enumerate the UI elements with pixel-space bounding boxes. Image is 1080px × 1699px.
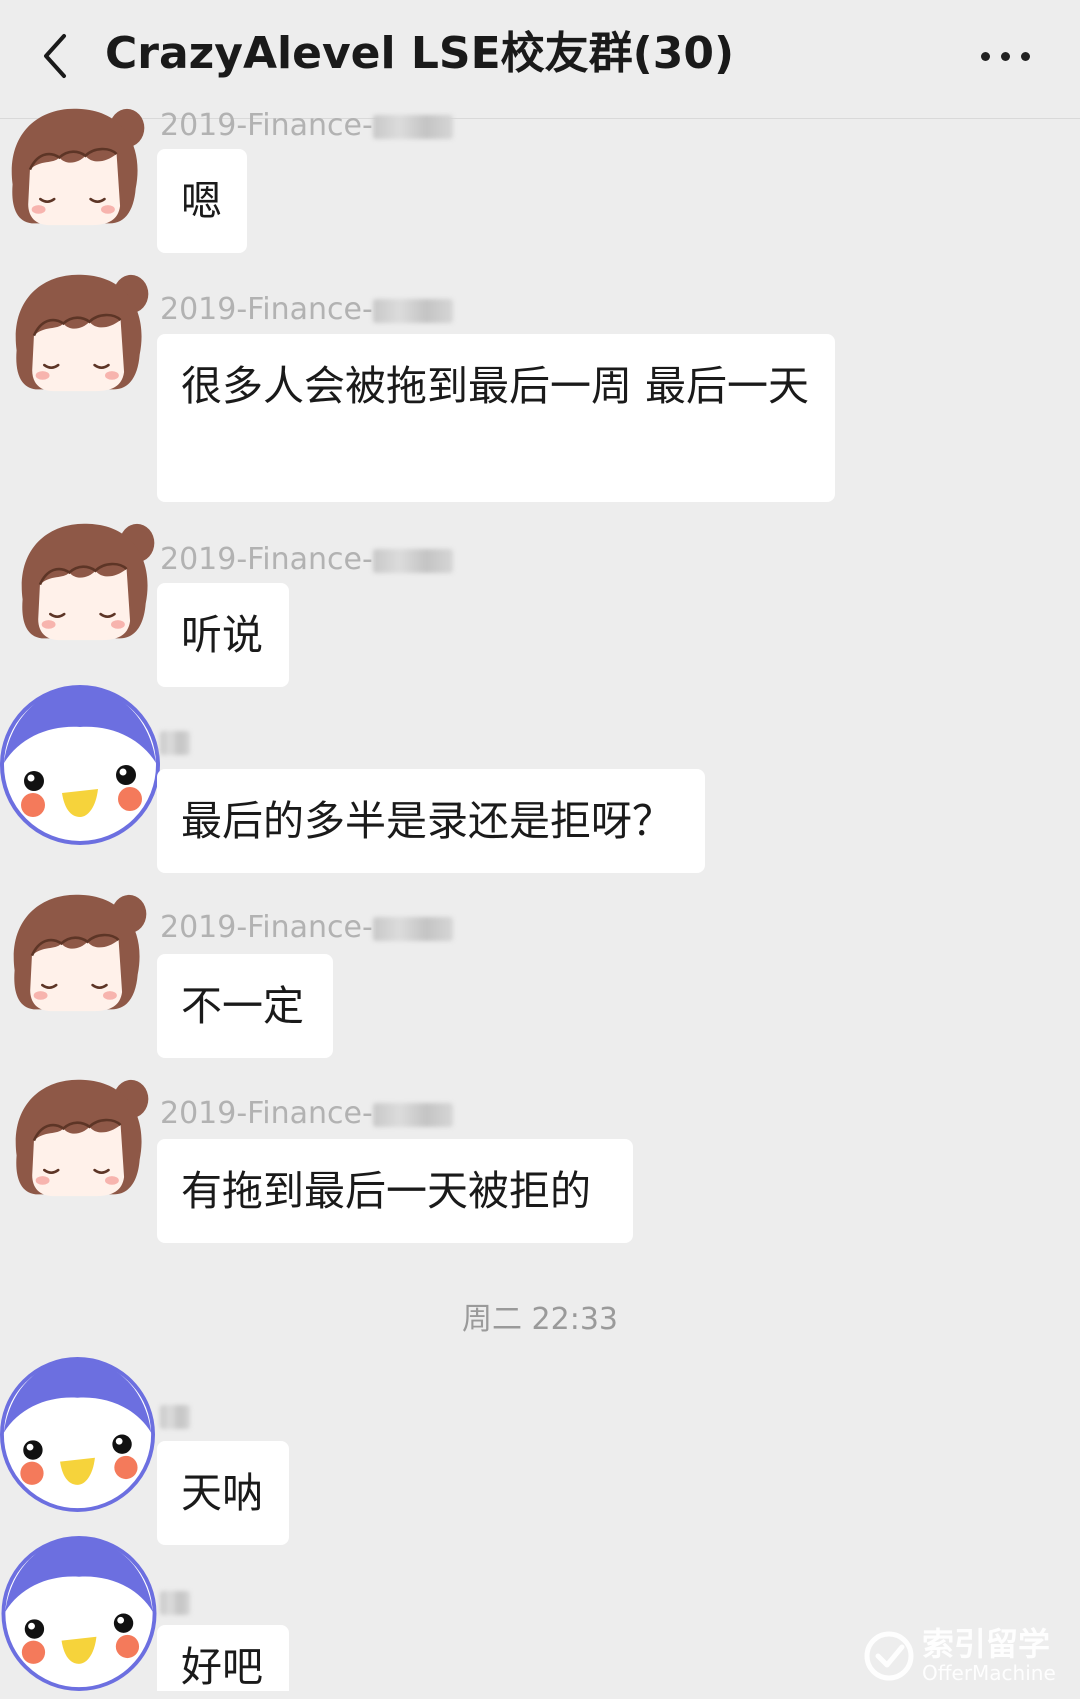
message-bubble[interactable]: 嗯	[157, 149, 247, 253]
sender-name: 2019-Finance-	[160, 290, 453, 330]
message-bubble[interactable]: 很多人会被拖到最后一周 最后一天	[157, 334, 835, 502]
message-bubble[interactable]: 好吧	[157, 1625, 289, 1691]
message-bubble[interactable]: 天呐	[157, 1441, 289, 1545]
watermark-logo: 索引留学 OfferMachine	[862, 1625, 1072, 1691]
avatar-girl[interactable]	[2, 888, 152, 1018]
avatar-girl[interactable]	[4, 1073, 154, 1203]
chat-title: CrazyAlevel LSE校友群(30)	[105, 28, 735, 79]
avatar-girl[interactable]	[4, 268, 154, 398]
message-bubble[interactable]: 不一定	[157, 954, 333, 1058]
time-divider: 周二 22:33	[462, 1302, 618, 1337]
message-bubble[interactable]: 最后的多半是录还是拒呀？	[157, 769, 705, 873]
sender-name: 2019-Finance-	[160, 106, 453, 146]
sender-name: 2019-Finance-	[160, 908, 453, 948]
message-bubble[interactable]: 听说	[157, 583, 289, 687]
avatar-penguin[interactable]	[0, 1536, 158, 1691]
message-bubble[interactable]: 有拖到最后一天被拒的	[157, 1139, 633, 1243]
sender-name	[160, 1582, 190, 1622]
avatar-penguin[interactable]	[0, 685, 160, 845]
check-circle-icon	[864, 1631, 914, 1681]
chat-header: CrazyAlevel LSE校友群(30)	[0, 0, 1080, 119]
sender-name: 2019-Finance-	[160, 540, 453, 580]
back-button[interactable]	[36, 30, 76, 82]
chevron-left-icon	[44, 34, 66, 78]
avatar-penguin[interactable]	[0, 1357, 155, 1512]
avatar-girl[interactable]	[0, 102, 150, 232]
more-button[interactable]	[975, 34, 1035, 78]
watermark-subtitle: OfferMachine	[922, 1661, 1056, 1685]
more-dots-icon	[981, 52, 990, 61]
sender-name: 2019-Finance-	[160, 1094, 453, 1134]
avatar-girl[interactable]	[10, 517, 160, 647]
sender-name	[160, 1396, 190, 1436]
watermark-title: 索引留学	[922, 1625, 1051, 1663]
sender-name	[160, 722, 190, 762]
